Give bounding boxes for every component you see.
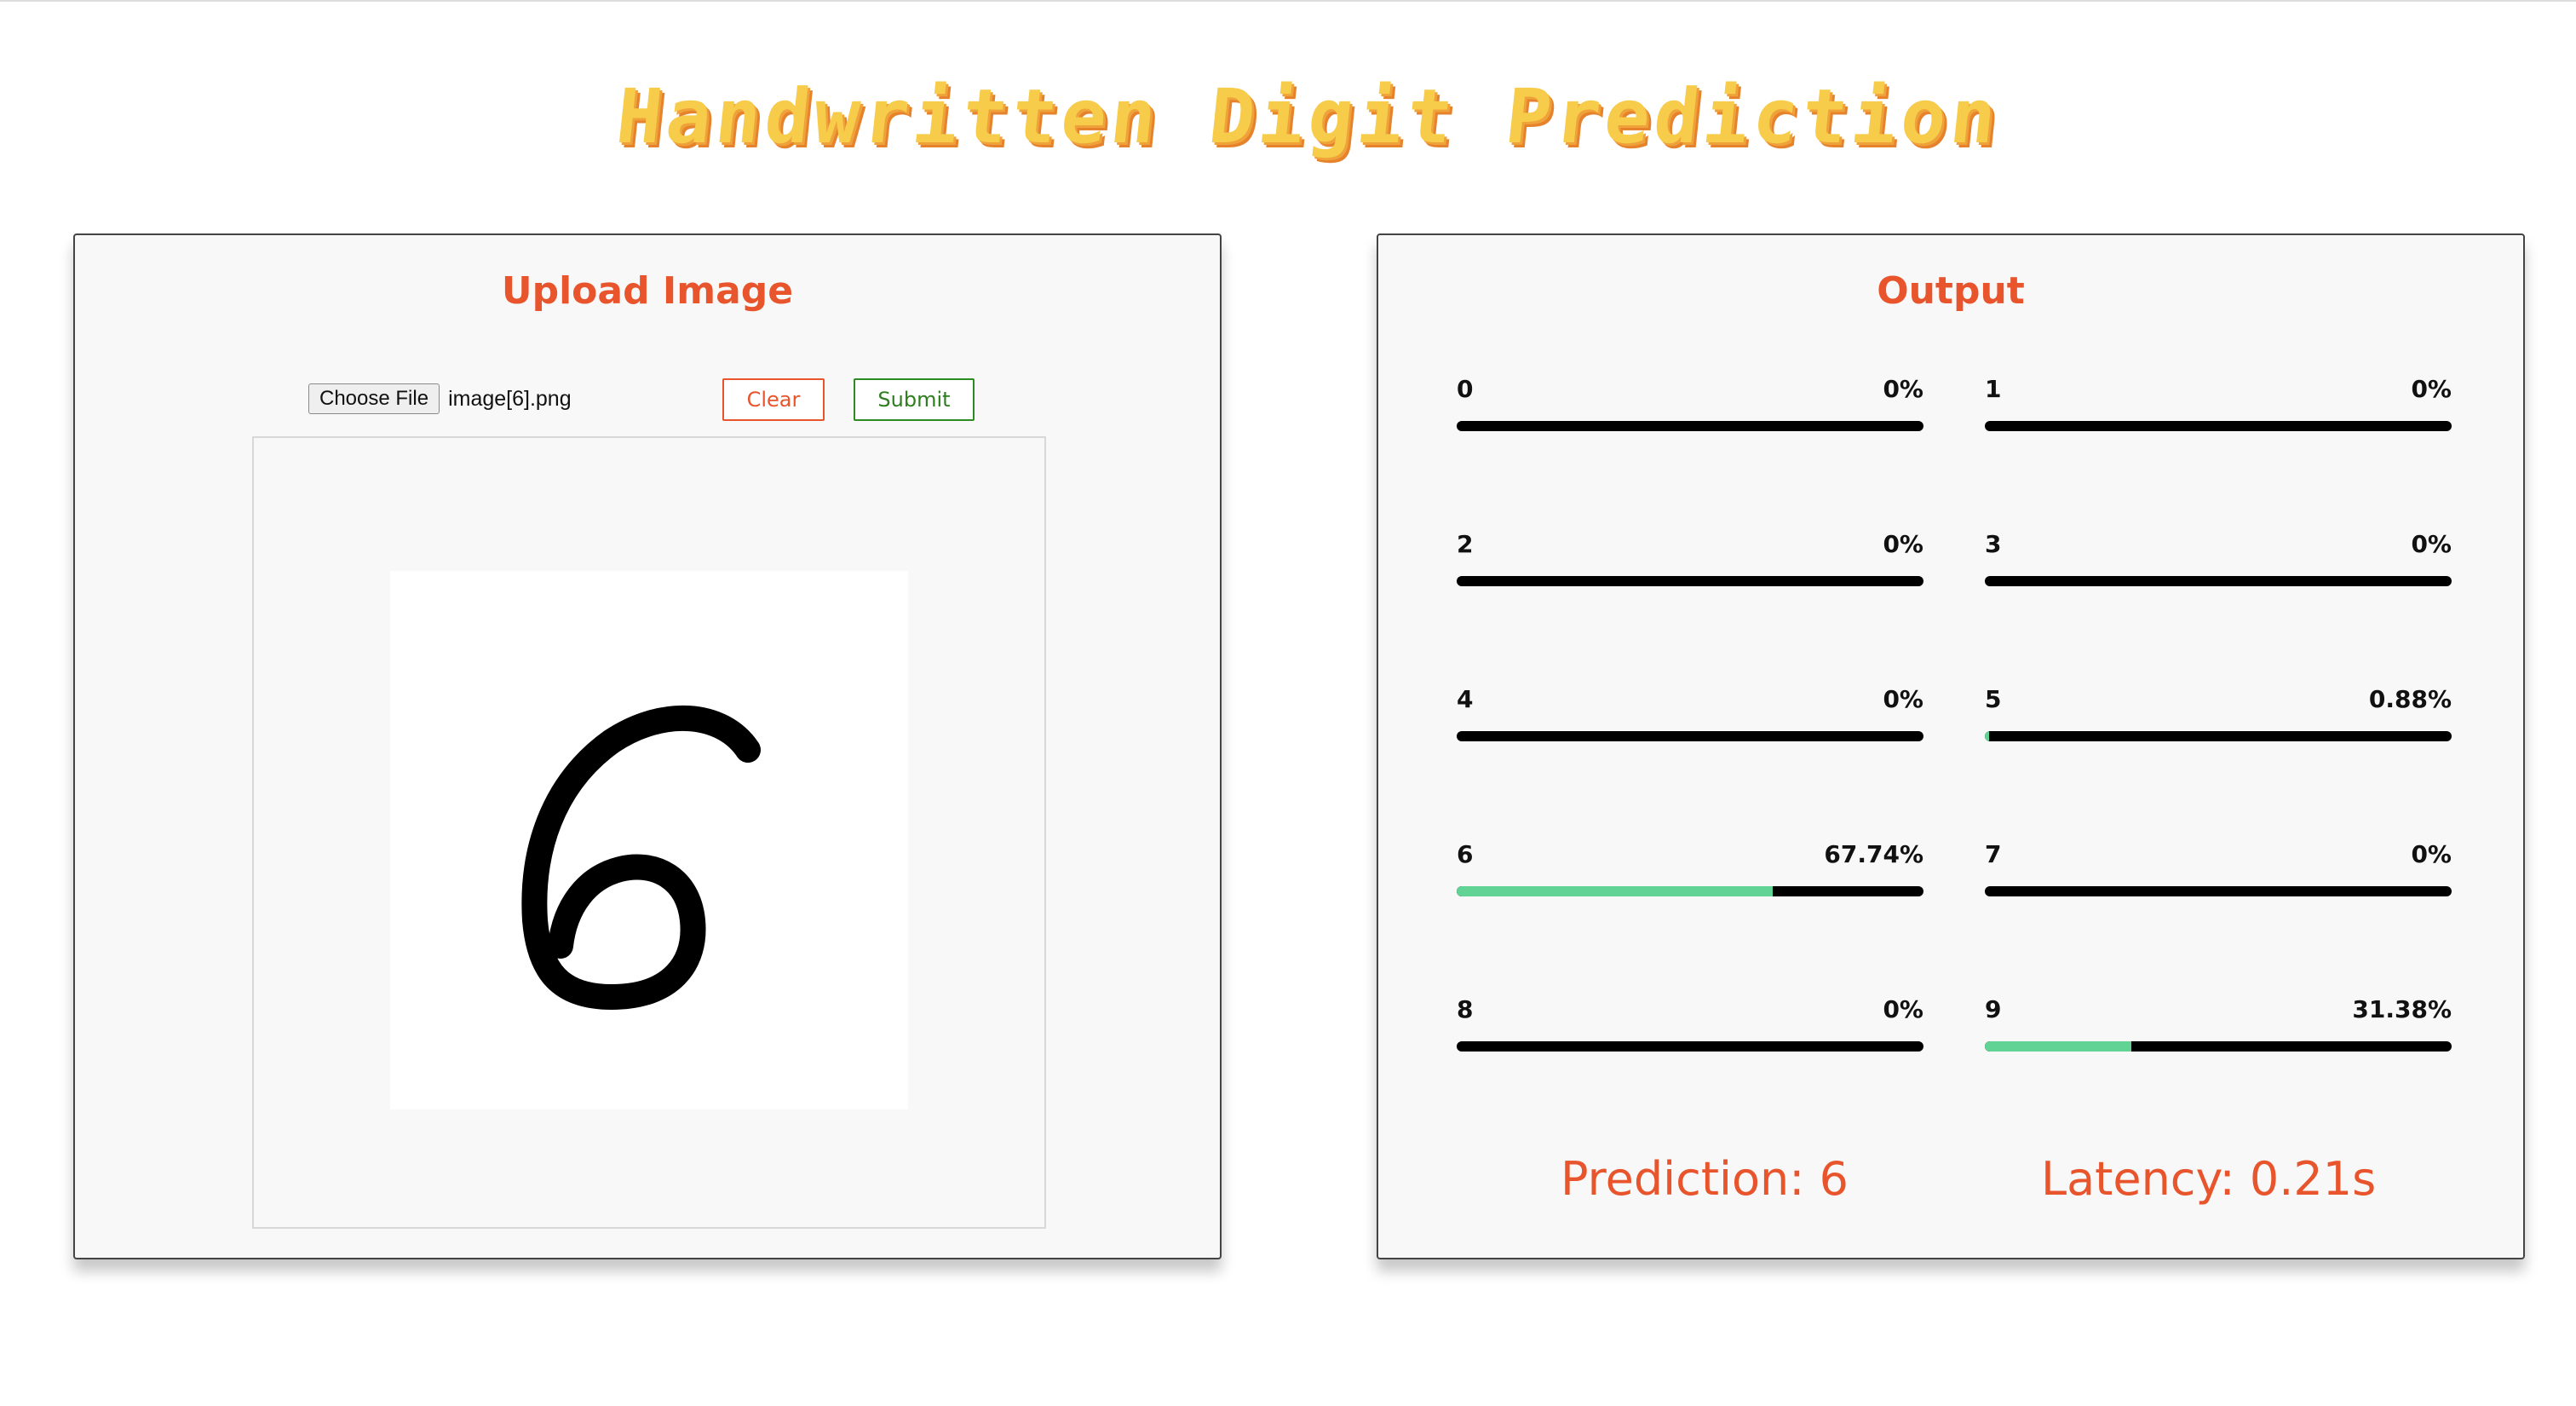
probability-row-4: 4 0% (1457, 685, 1923, 753)
choose-file-button[interactable]: Choose File (308, 383, 440, 414)
probability-bar (1985, 731, 2452, 741)
digit-label: 3 (1985, 530, 2002, 558)
submit-button[interactable]: Submit (854, 378, 975, 421)
probability-row-2: 2 0% (1457, 530, 1923, 598)
handwritten-digit-6 (521, 705, 761, 1010)
probability-value: 0% (1883, 995, 1923, 1023)
probability-row-5: 5 0.88% (1985, 685, 2452, 753)
probability-bar (1457, 1041, 1923, 1052)
probability-row-6: 6 67.74% (1457, 840, 1923, 908)
probability-row-9: 9 31.38% (1985, 995, 2452, 1063)
probability-value: 0% (1883, 530, 1923, 558)
probability-value: 0% (1883, 685, 1923, 713)
probability-bar-fill (1985, 731, 1989, 741)
probability-bar (1985, 1041, 2452, 1052)
page-title: Handwritten Digit Prediction (612, 72, 2005, 160)
upload-panel-title: Upload Image (501, 269, 794, 313)
output-panel-title: Output (1877, 269, 2025, 313)
probability-value: 0.88% (2368, 685, 2452, 713)
digit-label: 9 (1985, 995, 2002, 1023)
digit-label: 0 (1457, 375, 1474, 403)
prediction-result: Prediction: 6 (1561, 1152, 1849, 1206)
digit-label: 1 (1985, 375, 2002, 403)
probability-row-1: 1 0% (1985, 375, 2452, 443)
probability-value: 67.74% (1824, 840, 1923, 868)
upload-panel: Upload Image Choose File image[6].png Cl… (73, 233, 1222, 1259)
digit-label: 6 (1457, 840, 1474, 868)
probability-bar (1457, 731, 1923, 741)
latency-result: Latency: 0.21s (2041, 1152, 2377, 1206)
image-preview-frame (252, 436, 1046, 1229)
probability-bar (1985, 576, 2452, 586)
probability-bar-fill (1985, 1041, 2131, 1052)
probability-bar (1457, 421, 1923, 431)
probability-bar (1985, 886, 2452, 896)
probability-value: 0% (2411, 375, 2452, 403)
uploaded-digit-image (390, 571, 908, 1109)
output-panel: Output 0 0% 1 0% 2 0% 3 0% 4 0% 5 0.88% … (1377, 233, 2525, 1259)
digit-label: 5 (1985, 685, 2002, 713)
probability-row-8: 8 0% (1457, 995, 1923, 1063)
clear-button[interactable]: Clear (722, 378, 825, 421)
file-input: Choose File image[6].png (308, 383, 572, 414)
probability-bar (1457, 576, 1923, 586)
probability-value: 0% (1883, 375, 1923, 403)
digit-label: 7 (1985, 840, 2002, 868)
probability-value: 0% (2411, 840, 2452, 868)
probability-row-3: 3 0% (1985, 530, 2452, 598)
probability-bar (1985, 421, 2452, 431)
probability-bar (1457, 886, 1923, 896)
digit-label: 4 (1457, 685, 1474, 713)
probability-row-7: 7 0% (1985, 840, 2452, 908)
probability-value: 0% (2411, 530, 2452, 558)
selected-file-name: image[6].png (448, 386, 572, 411)
probability-value: 31.38% (2352, 995, 2452, 1023)
digit-label: 2 (1457, 530, 1474, 558)
probability-row-0: 0 0% (1457, 375, 1923, 443)
digit-label: 8 (1457, 995, 1474, 1023)
probability-bar-fill (1457, 886, 1774, 896)
